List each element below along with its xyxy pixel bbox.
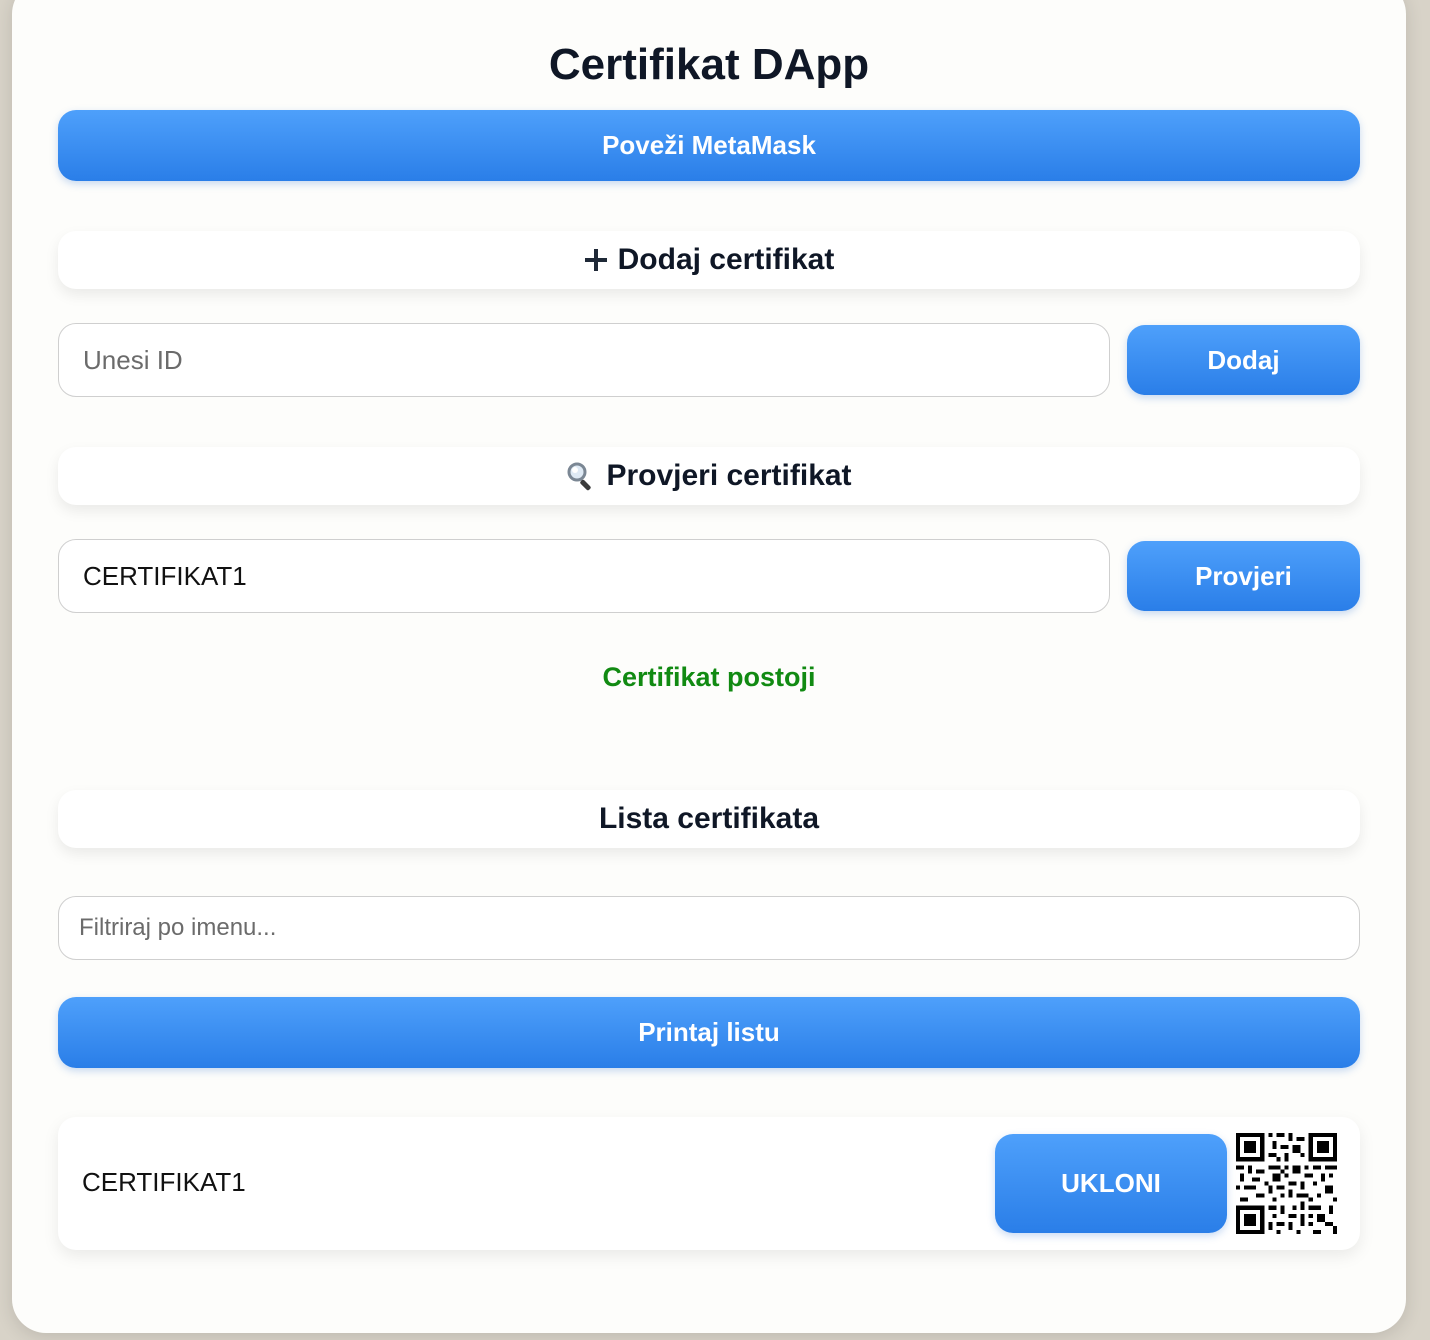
verify-certificate-heading: Provjeri certifikat: [606, 459, 852, 492]
page-title: Certifikat DApp: [548, 40, 870, 89]
remove-certificate-button[interactable]: UKLONI: [995, 1134, 1227, 1233]
add-id-input[interactable]: [58, 323, 1110, 397]
verify-button[interactable]: Provjeri: [1127, 541, 1360, 611]
verify-status-message: Certifikat postoji: [602, 662, 816, 692]
verify-certificate-header: Provjeri certifikat: [58, 447, 1360, 505]
add-certificate-heading: Dodaj certifikat: [617, 243, 835, 276]
verify-id-input[interactable]: [58, 539, 1110, 613]
add-certificate-header: Dodaj certifikat: [58, 231, 1360, 289]
connect-metamask-button[interactable]: Poveži MetaMask: [58, 110, 1360, 181]
certificate-list-header: Lista certifikata: [58, 790, 1360, 848]
certificate-name: CERTIFIKAT1: [82, 1167, 246, 1197]
add-button[interactable]: Dodaj: [1127, 325, 1360, 395]
certificate-list-heading: Lista certifikata: [598, 802, 820, 835]
magnifier-icon: [566, 461, 596, 491]
filter-input[interactable]: [58, 896, 1360, 960]
qr-code-icon: [1236, 1133, 1337, 1234]
certificate-list-item: CERTIFIKAT1 UKLONI: [58, 1117, 1360, 1250]
print-list-button[interactable]: Printaj listu: [58, 997, 1360, 1068]
plus-icon: [584, 248, 608, 272]
